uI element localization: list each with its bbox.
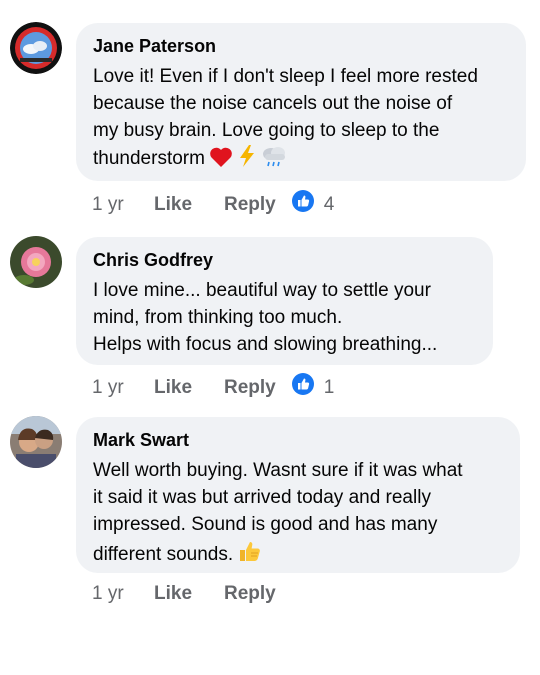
timestamp[interactable]: 1 yr bbox=[92, 193, 154, 217]
thumbs-up-emoji bbox=[237, 538, 263, 572]
author-name[interactable]: Jane Paterson bbox=[93, 35, 510, 57]
heart-emoji bbox=[209, 146, 233, 176]
reaction-summary[interactable]: 4 bbox=[291, 190, 335, 219]
like-reaction-icon bbox=[291, 373, 314, 402]
comment-bubble: Chris Godfrey I love mine... beautiful w… bbox=[76, 237, 493, 365]
reaction-count: 1 bbox=[323, 376, 335, 398]
avatar[interactable] bbox=[10, 416, 62, 468]
like-button[interactable]: Like bbox=[154, 376, 224, 400]
comment-bubble: Jane Paterson Love it! Even if I don't s… bbox=[76, 23, 526, 181]
comment-bubble: Mark Swart Well worth buying. Wasnt sure… bbox=[76, 417, 520, 573]
like-button[interactable]: Like bbox=[154, 582, 224, 606]
like-button[interactable]: Like bbox=[154, 193, 224, 217]
reply-button[interactable]: Reply bbox=[224, 193, 276, 217]
comment-actions: 1 yr Like Reply 1 bbox=[92, 373, 334, 402]
reaction-count: 4 bbox=[323, 193, 335, 215]
timestamp[interactable]: 1 yr bbox=[92, 376, 154, 400]
comment-text: Love it! Even if I don't sleep I feel mo… bbox=[93, 63, 510, 176]
reaction-summary[interactable]: 1 bbox=[291, 373, 335, 402]
comment-actions: 1 yr Like Reply 4 bbox=[92, 190, 334, 219]
comment-text: Well worth buying. Wasnt sure if it was … bbox=[93, 457, 504, 572]
comment-text: I love mine... beautiful way to settle y… bbox=[93, 280, 438, 355]
lightning-emoji bbox=[237, 144, 257, 176]
avatar[interactable] bbox=[10, 22, 62, 74]
comment-actions: 1 yr Like Reply bbox=[92, 582, 292, 606]
author-name[interactable]: Chris Godfrey bbox=[93, 249, 477, 271]
author-name[interactable]: Mark Swart bbox=[93, 429, 504, 451]
rain-cloud-emoji bbox=[261, 144, 287, 176]
like-reaction-icon bbox=[291, 190, 314, 219]
reply-button[interactable]: Reply bbox=[224, 376, 276, 400]
reply-button[interactable]: Reply bbox=[224, 582, 276, 606]
avatar[interactable] bbox=[10, 236, 62, 288]
timestamp[interactable]: 1 yr bbox=[92, 582, 154, 606]
